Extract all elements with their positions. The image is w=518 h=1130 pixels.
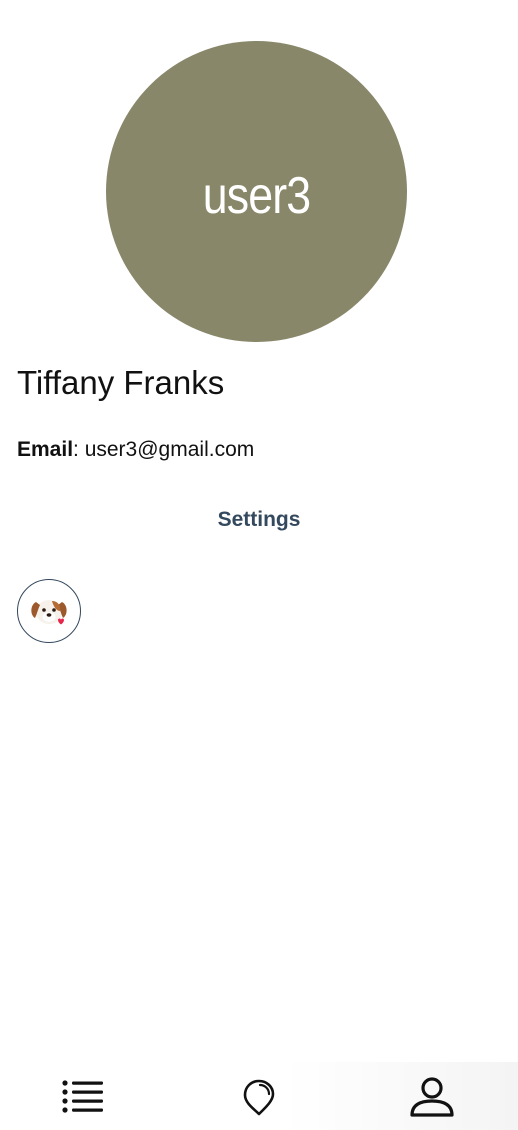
bottom-nav (0, 1062, 518, 1130)
list-icon (62, 1080, 103, 1113)
avatar-initials: user3 (202, 166, 311, 225)
settings-link[interactable]: Settings (0, 506, 518, 534)
profile-avatar: user3 (106, 41, 407, 342)
profile-screen: user3 Tiffany Franks Email: user3@gmail.… (0, 0, 518, 1130)
map-pin-icon (243, 1079, 275, 1116)
nav-list-button[interactable] (55, 1072, 111, 1122)
user-icon (410, 1077, 454, 1117)
profile-name: Tiffany Franks (17, 364, 225, 401)
nav-map-button[interactable] (231, 1072, 287, 1122)
email-label: Email (17, 438, 74, 461)
email-separator: : (73, 438, 85, 461)
email-row: Email: user3@gmail.com (17, 436, 254, 464)
email-value: user3@gmail.com (84, 438, 255, 461)
pet-avatar[interactable] (17, 579, 81, 643)
dog-face-icon (31, 600, 67, 625)
nav-profile-button[interactable] (404, 1072, 460, 1122)
